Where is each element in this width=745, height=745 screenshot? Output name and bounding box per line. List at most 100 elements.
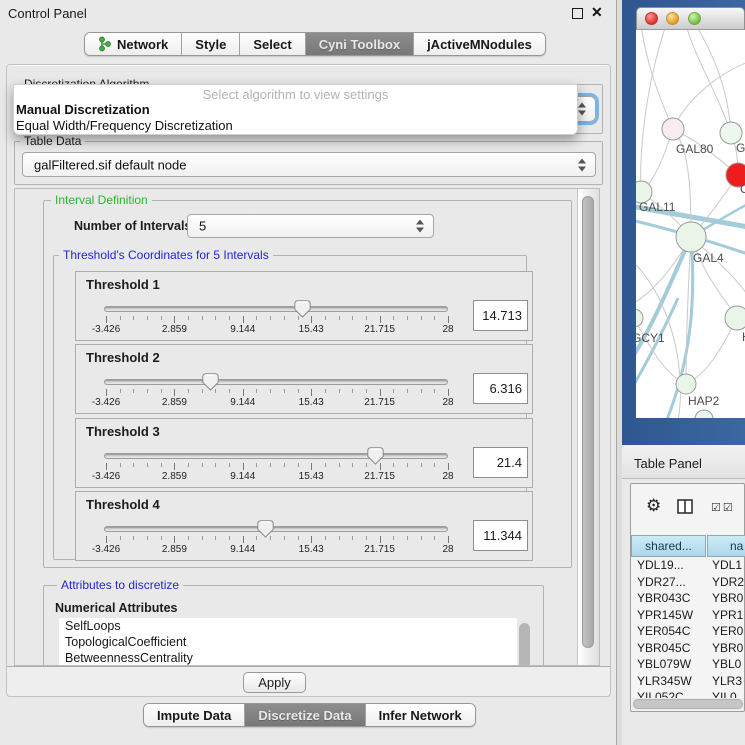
slider-tick-label: 2.859 [162,471,187,482]
threshold-value-field[interactable]: 6.316 [473,373,528,404]
slider-tick [174,463,175,470]
slider-tick [284,463,285,467]
thresholds-group-title: Threshold's Coordinates for 5 Intervals [59,248,273,262]
slider-tick [229,536,230,540]
network-node-gcy1[interactable] [636,309,643,327]
network-node-gal4[interactable] [676,222,706,252]
slider-tick [161,316,162,320]
algorithm-placeholder-option[interactable]: Select algorithm to view settings [14,85,577,101]
tab-infer-network[interactable]: Infer Network [366,704,475,726]
apply-button[interactable]: Apply [243,672,306,693]
tab-cyni-toolbox[interactable]: Cyni Toolbox [306,33,414,55]
threshold-value-field[interactable]: 11.344 [473,520,528,551]
network-node-gal80[interactable] [662,118,684,140]
network-node-label: GAL80 [676,142,714,156]
column-header-name[interactable]: na [707,535,745,557]
tab-impute-data[interactable]: Impute Data [144,704,245,726]
table-cell[interactable]: YBR043C [637,591,690,605]
table-cell[interactable]: YDR2 [712,575,744,589]
slider-thumb[interactable] [202,373,219,391]
slider-tick-label: 2.859 [162,397,187,408]
table-data-combobox[interactable]: galFiltered.sif default node [22,152,596,177]
table-cell[interactable]: YPR145W [637,608,693,622]
column-layout-icon[interactable] [677,499,693,514]
number-of-intervals-combobox[interactable]: 5 [187,214,434,238]
tab-style[interactable]: Style [182,33,240,55]
interval-definition-group-title: Interval Definition [51,193,152,207]
slider-track[interactable] [104,306,448,312]
network-node-label: GA [736,141,745,155]
slider-tick [229,316,230,320]
slider-tick [202,316,203,320]
table-cell[interactable]: YDL1 [712,558,742,572]
slider-tick [270,316,271,320]
slider-tick [339,316,340,320]
slider-tick [421,316,422,320]
network-node-hap2[interactable] [676,374,696,394]
table-cell[interactable]: YBR0 [712,591,743,605]
table-cell[interactable]: YBL079W [637,657,691,671]
slider-track[interactable] [104,526,448,532]
attribute-list-item[interactable]: SelfLoops [59,618,517,634]
table-cell[interactable]: YDL19... [637,558,684,572]
table-panel-title: Table Panel [634,456,702,471]
slider-thumb[interactable] [367,447,384,465]
table-cell[interactable]: YDR27... [637,575,686,589]
window-close-button[interactable] [645,12,658,25]
table-cell[interactable]: YBR045C [637,641,690,655]
slider-tick [448,536,449,543]
slider-tick-label: 2.859 [162,324,187,335]
slider-tick [380,389,381,396]
attribute-list-item[interactable]: BetweennessCentrality [59,650,517,666]
tab-network[interactable]: Network [85,33,182,55]
algorithm-option-equal-width[interactable]: Equal Width/Frequency Discretization [14,117,577,133]
slider-tick [434,536,435,540]
control-panel-titlebar: Control Panel ✕ [0,0,617,26]
threshold-value-field[interactable]: 21.4 [473,447,528,478]
table-cell[interactable]: YLR345W [637,674,692,688]
algorithm-option-manual[interactable]: Manual Discretization [14,101,577,117]
slider-tick [188,536,189,540]
checkbox-icons[interactable]: ☑☑ [711,501,735,514]
network-node-label: C [740,182,745,196]
gear-icon[interactable]: ⚙ [646,497,661,514]
slider-tick [352,316,353,320]
slider-thumb[interactable] [294,300,311,318]
network-node[interactable] [695,410,713,418]
table-cell[interactable]: YBL0 [712,657,741,671]
slider-tick [325,316,326,320]
close-icon[interactable]: ✕ [591,4,603,21]
screen: { "titlebar": { "title": "Control Panel"… [0,0,745,745]
table-cell[interactable]: YPR1 [712,608,743,622]
table-cell[interactable]: YER054C [637,624,690,638]
tab-jactivemnodules[interactable]: jActiveMNodules [414,33,545,55]
attributes-list-scrollbar[interactable] [519,623,530,666]
slider-track[interactable] [104,453,448,459]
slider-thumb[interactable] [257,520,274,538]
slider-track[interactable] [104,379,448,385]
slider-tick [161,536,162,540]
window-zoom-button[interactable] [688,12,701,25]
slider-tick [270,463,271,467]
panel-title: Control Panel [8,6,87,21]
threshold-value-field[interactable]: 14.713 [473,300,528,331]
slider-tick [352,536,353,540]
tab-select[interactable]: Select [240,33,305,55]
table-cell[interactable]: YLR3 [712,674,742,688]
slider-tick [229,389,230,393]
tab-discretize-data[interactable]: Discretize Data [245,704,365,726]
float-window-icon[interactable] [572,8,583,19]
slider-tick [448,389,449,396]
settings-scrollbar-thumb[interactable] [582,196,594,648]
slider-tick-label: -3.426 [92,324,120,335]
slider-tick [256,463,257,467]
window-minimize-button[interactable] [666,12,679,25]
table-cell[interactable]: YER0 [712,624,743,638]
column-header-shared[interactable]: shared... [631,535,706,557]
table-cell[interactable]: YBR0 [712,641,743,655]
slider-tick-label: 15.43 [299,397,324,408]
attribute-list-item[interactable]: TopologicalCoefficient [59,634,517,650]
network-canvas[interactable]: GAL80GACGAL11GAL4GCY1HHAP2 [636,30,745,418]
table-hscrollbar-thumb[interactable] [633,699,743,709]
network-node-h[interactable] [725,306,745,330]
